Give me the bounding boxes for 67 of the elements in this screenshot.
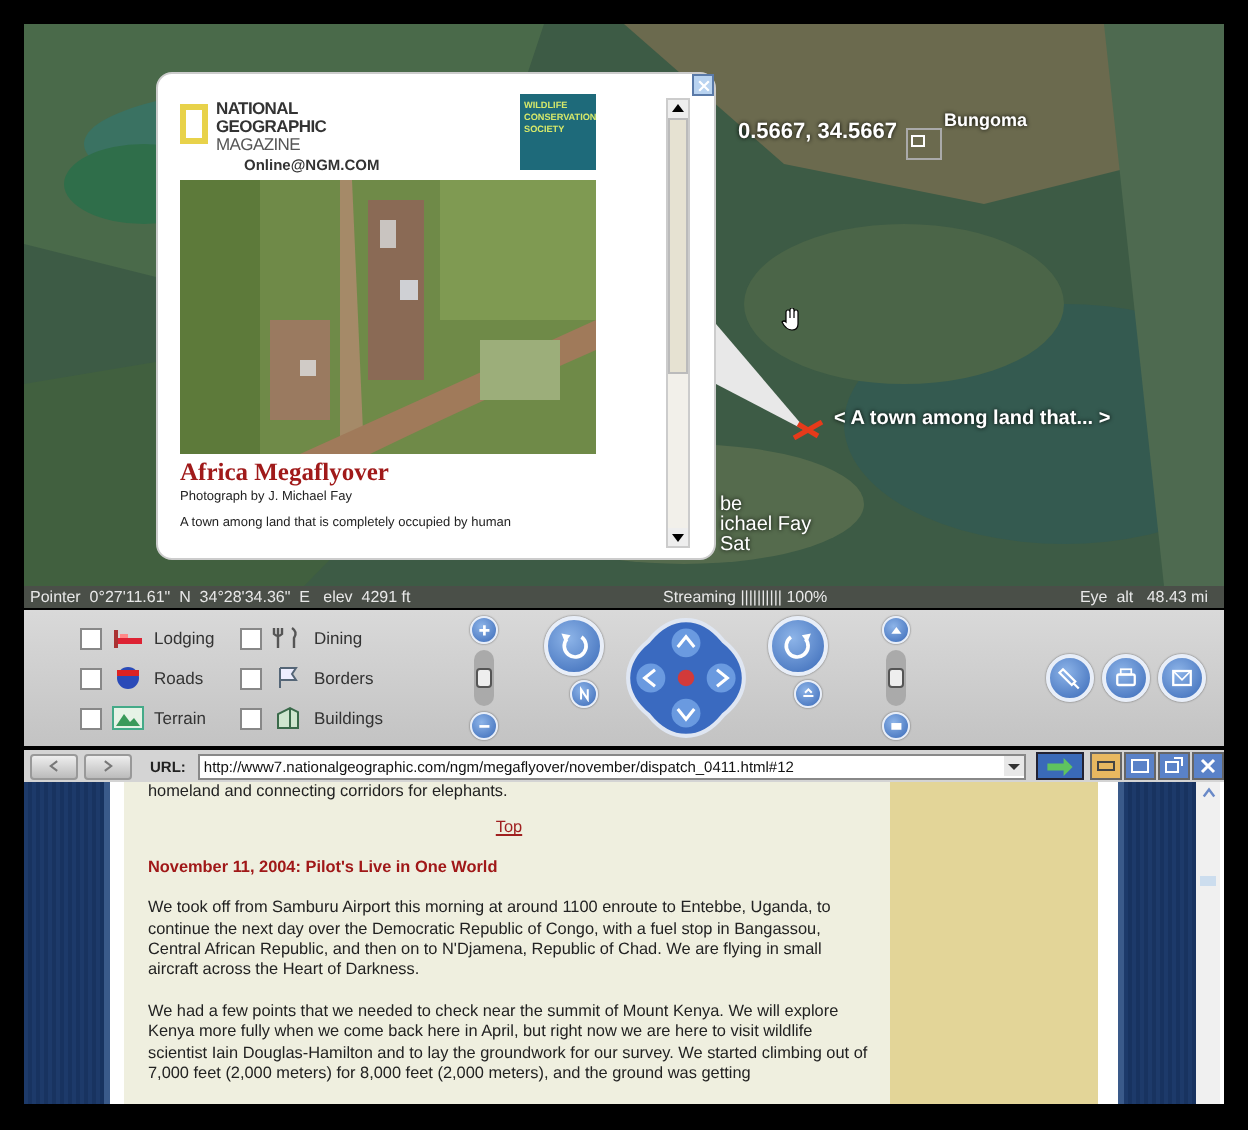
mountain-icon: [112, 706, 144, 730]
slider-thumb[interactable]: [888, 668, 904, 688]
layer-checkbox[interactable]: [80, 667, 102, 689]
layer-label: Borders: [314, 668, 374, 688]
dropdown-icon[interactable]: [1003, 756, 1024, 776]
print-button[interactable]: [1102, 654, 1150, 702]
tilt-down-button[interactable]: [882, 712, 910, 740]
eye-altitude-readout: Eye alt 48.43 mi: [1079, 586, 1208, 608]
triangle-up-icon: [887, 621, 905, 639]
zoom-in-button[interactable]: [470, 616, 498, 644]
paragraph: We took off from Samburu Airport this morning at around 1100 enroute to Entebbe, Uganda, to continue the next day over the Democratic Republic of Congo, with a fuel stop in Bangassou, Central African Republic, and then on to N'Djamena, Republic of Chad. We are flying in small aircraft across the Heart of Darkness.: [148, 898, 833, 982]
layer-label: Roads: [154, 668, 204, 688]
close-browser-button[interactable]: [1192, 752, 1224, 780]
streaming-readout: Streaming |||||||||| 100%: [663, 586, 828, 608]
pan-right-button[interactable]: [706, 663, 736, 693]
building-icon: [272, 706, 304, 730]
dispatch-heading: November 11, 2004: Pilot's Live in One World: [148, 857, 500, 879]
go-button[interactable]: [1035, 752, 1084, 780]
tilt-slider[interactable]: [886, 650, 906, 706]
scroll-thumb[interactable]: [1200, 876, 1216, 886]
layer-checkbox[interactable]: [240, 707, 262, 729]
close-icon: [1198, 756, 1218, 776]
rotate-left-button[interactable]: [544, 616, 604, 676]
envelope-icon: [1168, 664, 1196, 692]
layer-checkbox[interactable]: [80, 627, 102, 649]
road-shield-icon: [112, 666, 144, 690]
rotate-left-icon: [555, 627, 593, 665]
layer-checkbox[interactable]: [240, 667, 262, 689]
email-button[interactable]: [1158, 654, 1206, 702]
scrollbar[interactable]: [1196, 782, 1220, 1104]
split-view-button[interactable]: [1124, 752, 1156, 780]
top-link[interactable]: Top: [495, 818, 523, 837]
layer-label: Dining: [314, 628, 363, 648]
zoom-out-button[interactable]: [470, 712, 498, 740]
placemark-button[interactable]: [1046, 654, 1094, 702]
plus-icon: [475, 621, 493, 639]
back-button[interactable]: [30, 753, 78, 779]
printer-icon: [1112, 664, 1140, 692]
rectangle-icon: [887, 717, 905, 735]
layer-checkbox[interactable]: [80, 707, 102, 729]
paragraph: homeland and connecting corridors for elephants.: [148, 782, 510, 803]
external-window-icon: [1164, 756, 1184, 776]
compass-n-icon: [575, 685, 593, 703]
pointer-readout: Pointer 0°27'11.61" N 34°28'34.36" E elev 4291 ft: [30, 586, 411, 608]
forward-button[interactable]: [84, 753, 132, 779]
pan-down-button[interactable]: [671, 698, 701, 728]
arrow-icon: [1041, 755, 1078, 777]
eject-icon: [799, 685, 817, 703]
rotate-right-button[interactable]: [768, 616, 828, 676]
tilt-reset-button[interactable]: [794, 680, 822, 708]
pan-left-button[interactable]: [636, 663, 666, 693]
layer-label: Buildings: [314, 708, 383, 728]
dock-button[interactable]: [1090, 752, 1122, 780]
layer-label: Terrain: [154, 708, 206, 728]
bed-icon: [112, 626, 144, 650]
paragraph: We had a few points that we needed to check near the summit of Mount Kenya. We will explore Kenya more fully when we come back here in April, but right now we are here to visit wildlife scientist Iain Douglas-Hamilton and to lay the groundwork for our survey. We started climbing out of 7,000 feet (2,000 meters) for 8,000 feet (2,000 meters), and the ground was getting: [148, 1001, 870, 1085]
pan-up-button[interactable]: [671, 628, 701, 658]
external-window-button[interactable]: [1158, 752, 1190, 780]
zoom-slider[interactable]: [474, 650, 494, 706]
north-button[interactable]: [570, 680, 598, 708]
tilt-up-button[interactable]: [882, 616, 910, 644]
slider-thumb[interactable]: [476, 668, 492, 688]
pushpin-icon: [1056, 664, 1084, 692]
layer-label: Lodging: [154, 628, 215, 648]
layer-checkbox[interactable]: [240, 627, 262, 649]
forward-icon: [100, 758, 116, 774]
back-icon: [46, 758, 62, 774]
